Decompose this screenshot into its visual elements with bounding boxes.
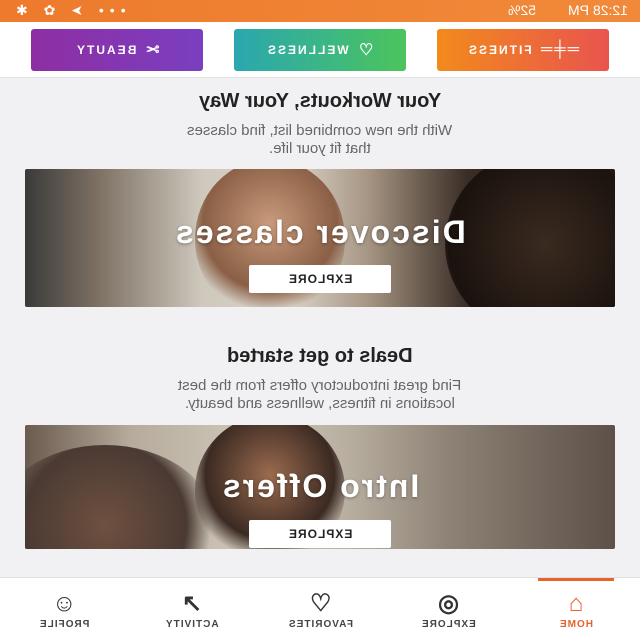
deals-subtitle: Find great introductory offers from the … (0, 377, 640, 413)
nav-home-label: HOME (559, 619, 593, 630)
intro-offers-text: Intro Offers (220, 468, 420, 504)
workouts-subtitle: With the new combined list, find classes… (0, 122, 640, 158)
dumbbell-icon: ═╪═ (539, 41, 580, 58)
status-bar: ••• ➤ ✿ ✱ 52% 12:28 PM (0, 0, 640, 22)
workouts-section-title: Your Workouts, Your Way (0, 90, 640, 113)
nav-activity[interactable]: ↗ ACTIVITY (128, 578, 256, 640)
explore-classes-label: EXPLORE (287, 272, 353, 286)
fitness-label: FITNESS (466, 43, 532, 57)
discover-classes-title: Discover classes (25, 214, 615, 251)
activity-icon: ↗ (181, 590, 203, 617)
discover-classes-banner[interactable]: Discover classes EXPLORE (25, 169, 615, 307)
deals-subtitle-line2: locations in fitness, wellness and beaut… (185, 395, 455, 412)
nav-favorites[interactable]: ♡ FAVORITES (256, 578, 384, 640)
home-icon: ⌂ (568, 590, 584, 617)
explore-offers-label: EXPLORE (287, 527, 353, 541)
notification-icons: ••• ➤ ✿ ✱ (10, 2, 126, 18)
beauty-button[interactable]: BEAUTY ✂ (31, 29, 203, 71)
bottom-navigation: ☺ PROFILE ↗ ACTIVITY ♡ FAVORITES ◎ EXPLO… (0, 577, 640, 640)
explore-classes-button[interactable]: EXPLORE (249, 265, 391, 293)
wellness-button[interactable]: WELLNESS ♡ (234, 29, 406, 71)
intro-offers-title: Intro Offers (25, 468, 615, 505)
wellness-label: WELLNESS (266, 43, 350, 57)
nav-activity-label: ACTIVITY (165, 619, 219, 630)
compass-icon: ◎ (437, 590, 459, 617)
explore-offers-button[interactable]: EXPLORE (249, 520, 391, 548)
battery-level: 52% (508, 2, 537, 18)
nav-favorites-label: FAVORITES (287, 619, 353, 630)
workouts-subtitle-line2: that fit your life. (269, 140, 371, 157)
scissors-icon: ✂ (143, 42, 160, 59)
nav-home[interactable]: ⌂ HOME (512, 578, 640, 640)
fitness-button[interactable]: FITNESS ═╪═ (437, 29, 609, 71)
clock: 12:28 PM (568, 2, 628, 18)
nav-explore-label: EXPLORE (420, 619, 476, 630)
deals-subtitle-line1: Find great introductory offers from the … (178, 377, 462, 394)
category-bar: BEAUTY ✂ WELLNESS ♡ FITNESS ═╪═ (0, 22, 640, 78)
heart-icon: ♡ (308, 590, 332, 617)
nav-profile-label: PROFILE (38, 619, 90, 630)
nav-profile[interactable]: ☺ PROFILE (0, 578, 128, 640)
nav-explore[interactable]: ◎ EXPLORE (384, 578, 512, 640)
deals-title-text: Deals to get started (227, 345, 413, 367)
profile-icon: ☺ (51, 590, 77, 617)
deals-section-title: Deals to get started (0, 345, 640, 368)
heart-icon: ♡ (357, 42, 374, 59)
workouts-subtitle-line1: With the new combined list, find classes (187, 122, 453, 139)
intro-offers-banner[interactable]: Intro Offers EXPLORE (25, 425, 615, 549)
discover-classes-text: Discover classes (174, 214, 466, 250)
workouts-title-text: Your Workouts, Your Way (198, 90, 442, 112)
beauty-label: BEAUTY (74, 43, 136, 57)
